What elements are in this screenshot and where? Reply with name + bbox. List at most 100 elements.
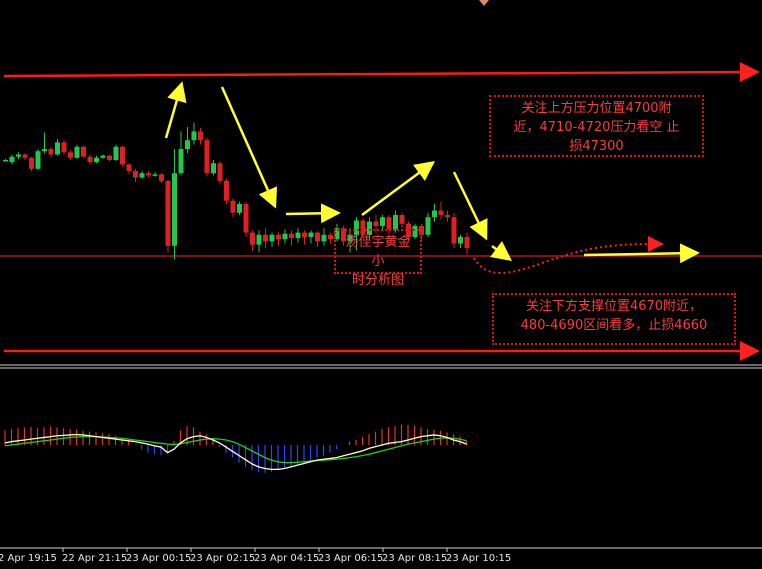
support-note-line-2: 480-4690区间看多，止损4660 [520,318,708,333]
candle [159,173,164,184]
candle [308,230,314,244]
macd-main-line [4,433,467,471]
candle-body [282,233,288,240]
candle [172,149,177,259]
candle-body [29,157,34,169]
candle-body [68,152,73,158]
candle [9,154,15,165]
candle [152,172,158,177]
candle [256,230,262,253]
candle-body [94,157,99,163]
candle [237,201,242,215]
candle-body [263,234,268,242]
x-tick-label: 23 Apr 00:15 [126,553,192,564]
candle-body [250,232,255,245]
candle [250,230,255,252]
x-tick-label: 2 Apr 19:15 [0,553,57,564]
resistance-line [3,62,760,83]
candle-body [451,217,457,244]
x-axis-ticks [62,548,448,552]
x-tick-label: 23 Apr 08:15 [382,553,448,564]
trend-arrow-flat-1 [285,203,341,224]
candle [451,212,457,248]
candle-body [139,173,145,178]
candle-body [328,234,333,240]
candle-body [126,164,132,171]
candle [224,178,229,204]
candle-body [107,155,112,160]
resistance-note-line-3: 损47300 [569,139,624,154]
candle-body [61,142,67,153]
candle-body [159,174,164,181]
candle-body [198,131,203,141]
candle [198,128,203,145]
watermark-note: 汤佳宇黄金小 时分析图 [334,229,422,288]
watermark-line-1: 汤佳宇黄金小 [345,235,411,269]
watermark-line-2: 时分析图 [351,273,404,288]
candle-body [224,180,229,201]
candle-body [321,234,327,242]
candle-body [230,200,236,213]
trend-arrow-down-2 [452,171,488,241]
candle [42,132,47,154]
candle-body [185,140,190,149]
candle-body [16,154,21,157]
macd-signal-line [4,435,467,464]
candle [432,204,437,222]
candle [464,232,470,255]
candle-body [42,149,47,152]
candle [74,144,80,159]
candle-body [425,217,431,235]
candle [68,150,73,160]
candle-body [256,234,262,245]
candle-body [438,210,444,215]
candle [94,155,99,164]
candle [243,201,249,237]
candle [276,232,281,246]
candle-body [211,163,216,174]
x-tick-label: 23 Apr 04:15 [254,553,320,564]
candle-body [120,146,125,165]
candle-body [152,174,158,176]
candle [16,152,21,159]
candle [22,153,28,160]
resistance-note-line-2: 近，4710-4720压力看空 止 [513,120,680,135]
time-marker-icon [479,0,489,6]
candle-body [393,215,398,230]
candle [315,231,320,247]
candle-body [204,140,210,174]
support-note: 关注下方支撑位置4670附近， 480-4690区间看多，止损4660 [492,293,736,345]
support-note-line-1: 关注下方支撑位置4670附近， [525,299,703,314]
candle [139,171,145,179]
candle-body [243,204,249,233]
candle [107,154,112,162]
candle [185,127,190,154]
candle [146,171,151,178]
x-tick-label: 22 Apr 21:15 [62,553,128,564]
candle-body [146,173,151,176]
candle-body [373,221,379,226]
candle-body [3,160,8,162]
candle-body [133,171,138,178]
candle [217,161,223,185]
candle [204,138,210,177]
trend-arrow-flat-2 [583,243,700,264]
candle-body [464,237,470,248]
candle [230,198,236,218]
candle [133,168,138,182]
trend-arrow-down-1 [220,86,278,209]
candle [61,140,67,155]
resistance-note: 关注上方压力位置4700附 近，4710-4720压力看空 止 损47300 [489,95,704,157]
trend-arrow-up-2 [361,161,436,217]
candle-body [386,217,392,230]
candle-body [48,149,54,155]
macd-panel [4,424,468,473]
candle [289,230,294,246]
candle [48,146,54,158]
candle [458,234,463,248]
candle [295,228,301,243]
candle [55,139,60,156]
candle-body [55,142,60,155]
candle [269,232,275,247]
candle [263,228,268,248]
